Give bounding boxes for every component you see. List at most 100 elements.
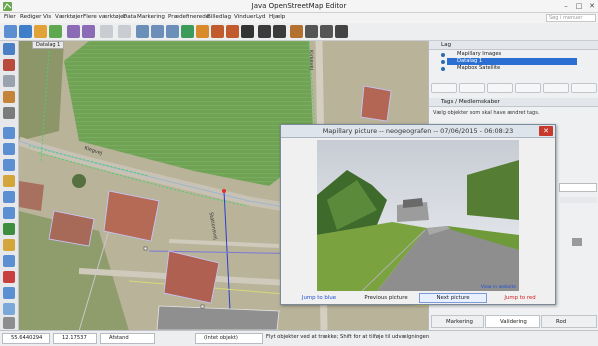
street-label: Kirkevej xyxy=(307,49,315,71)
toggle-authors-icon[interactable] xyxy=(3,175,15,187)
tab-selection-label: Markering xyxy=(446,319,473,325)
active-layer-tag: Datalag 1 xyxy=(32,41,65,49)
undo-icon[interactable] xyxy=(67,25,80,38)
merge-button[interactable] xyxy=(543,83,569,93)
menu-audio[interactable]: Lyd xyxy=(256,14,265,20)
street-photo: View in website xyxy=(317,140,519,291)
menu-help[interactable]: Hjælp xyxy=(269,14,285,20)
split-way-icon[interactable] xyxy=(136,25,149,38)
toggle-relations-icon[interactable] xyxy=(3,191,15,203)
toggle-notes-icon[interactable] xyxy=(3,239,15,251)
latitude-field: 55.6440294 xyxy=(2,333,50,344)
menu-windows[interactable]: Vinduer xyxy=(234,14,256,20)
delete-layer-button[interactable] xyxy=(571,83,597,93)
left-toolbar xyxy=(0,41,19,330)
tags-panel-header: Tags / Medlemskaber xyxy=(429,98,598,107)
menu-edit[interactable]: Rediger xyxy=(20,14,41,20)
menu-selection[interactable]: Markering xyxy=(137,14,165,20)
save-icon[interactable] xyxy=(19,25,32,38)
car-icon[interactable] xyxy=(258,25,271,38)
trash-icon[interactable] xyxy=(572,238,582,246)
align-circle-icon[interactable] xyxy=(181,25,194,38)
menu-tools[interactable]: Værktøjer xyxy=(55,14,83,20)
dialog-close-button[interactable]: ✕ xyxy=(539,126,553,136)
toggle-filter-icon[interactable] xyxy=(3,255,15,267)
tags-panel-title: Tags / Medlemskaber xyxy=(441,99,500,105)
title-bar: Java OpenStreetMap Editor – □ ✕ xyxy=(0,0,598,13)
minimize-icon[interactable]: – xyxy=(561,1,571,11)
tab-mess[interactable]: Rod xyxy=(541,315,597,328)
layer-buttons xyxy=(429,83,598,95)
hand-icon[interactable] xyxy=(241,25,254,38)
menu-more-tools[interactable]: Flere værktøjer xyxy=(83,14,126,20)
draw-icon[interactable] xyxy=(226,25,239,38)
menu-bar: Filer Rediger Vis Værktøjer Flere værktø… xyxy=(0,13,598,23)
delete-tool-icon[interactable] xyxy=(3,91,15,103)
josm-window: Java OpenStreetMap Editor – □ ✕ Filer Re… xyxy=(0,0,598,346)
draw-tool-icon[interactable] xyxy=(3,59,15,71)
simplify-icon[interactable] xyxy=(211,25,224,38)
menu-imagery[interactable]: Billedlag xyxy=(207,14,231,20)
tags-hint: Vælg objekter som skal have ændret tags. xyxy=(433,110,540,116)
layers-panel-header: Lag xyxy=(429,41,598,50)
main-toolbar xyxy=(0,23,598,41)
zoom-tool-icon[interactable] xyxy=(3,75,15,87)
download-icon[interactable] xyxy=(34,25,47,38)
show-hide-button[interactable] xyxy=(515,83,541,93)
combine-way-icon[interactable] xyxy=(151,25,164,38)
dialog-title: Mapillary picture -- neogeografen -- 07/… xyxy=(281,125,555,138)
layer-mapbox[interactable]: Mapbox Satellite xyxy=(447,65,500,72)
upload-icon[interactable] xyxy=(49,25,62,38)
next-picture-button[interactable]: Next picture xyxy=(419,293,487,303)
move-down-button[interactable] xyxy=(459,83,485,93)
toggle-history-icon[interactable] xyxy=(3,207,15,219)
layer-mapillary[interactable]: Mapillary Images xyxy=(447,51,501,58)
menu-search-input[interactable]: Søg i menuer xyxy=(546,14,596,22)
status-message: Flyt objekter ved at trække; Shift for a… xyxy=(266,334,431,340)
zoom-to-data-icon[interactable] xyxy=(118,25,131,38)
menu-file[interactable]: Filer xyxy=(4,14,16,20)
tab-validation[interactable]: Validering xyxy=(485,315,540,328)
industrial-icon[interactable] xyxy=(320,25,333,38)
panel-divider xyxy=(560,197,597,203)
parallel-tool-icon[interactable] xyxy=(3,107,15,119)
reverse-way-icon[interactable] xyxy=(166,25,179,38)
previous-picture-button[interactable]: Previous picture xyxy=(353,293,419,303)
layer-datalayer-active[interactable]: Datalag 1 xyxy=(447,58,577,65)
toggle-validation-icon[interactable] xyxy=(3,223,15,235)
open-file-icon[interactable] xyxy=(4,25,17,38)
building-icon[interactable] xyxy=(305,25,318,38)
distance-field: Afstand xyxy=(100,333,155,344)
toggle-changesets-icon[interactable] xyxy=(3,303,15,315)
select-tool-icon[interactable] xyxy=(3,43,15,55)
mapillary-dialog: Mapillary picture -- neogeografen -- 07/… xyxy=(280,124,556,305)
bus-icon[interactable] xyxy=(273,25,286,38)
activate-button[interactable] xyxy=(487,83,513,93)
toggle-mapillary-icon[interactable] xyxy=(3,271,15,283)
visibility-eye-icon[interactable] xyxy=(439,52,447,72)
move-up-button[interactable] xyxy=(431,83,457,93)
tab-mess-label: Rod xyxy=(556,319,567,325)
factory-icon[interactable] xyxy=(335,25,348,38)
jump-to-red-link[interactable]: Jump to red xyxy=(487,293,553,303)
street-photo-image xyxy=(317,140,519,291)
toggle-minimap-icon[interactable] xyxy=(3,287,15,299)
menu-view[interactable]: Vis xyxy=(43,14,51,20)
tab-selection[interactable]: Markering xyxy=(431,315,484,328)
toggle-tags-icon[interactable] xyxy=(3,143,15,155)
maximize-icon[interactable]: □ xyxy=(574,1,584,11)
preferences-icon[interactable] xyxy=(100,25,113,38)
close-window-icon[interactable]: ✕ xyxy=(587,1,597,11)
selection-field: (Intet objekt) xyxy=(195,333,263,344)
orthogonalize-icon[interactable] xyxy=(196,25,209,38)
jump-to-blue-link[interactable]: Jump to blue xyxy=(285,293,353,303)
toggle-layers-icon[interactable] xyxy=(3,127,15,139)
toggle-selection-icon[interactable] xyxy=(3,159,15,171)
menu-data[interactable]: Data xyxy=(123,14,136,20)
more-panels-icon[interactable] xyxy=(3,317,15,329)
preset-dropdown[interactable] xyxy=(559,183,597,192)
barrier-icon[interactable] xyxy=(290,25,303,38)
view-in-website-link[interactable]: View in website xyxy=(481,285,516,290)
menu-presets[interactable]: Prædefinerede xyxy=(168,14,209,20)
redo-icon[interactable] xyxy=(82,25,95,38)
